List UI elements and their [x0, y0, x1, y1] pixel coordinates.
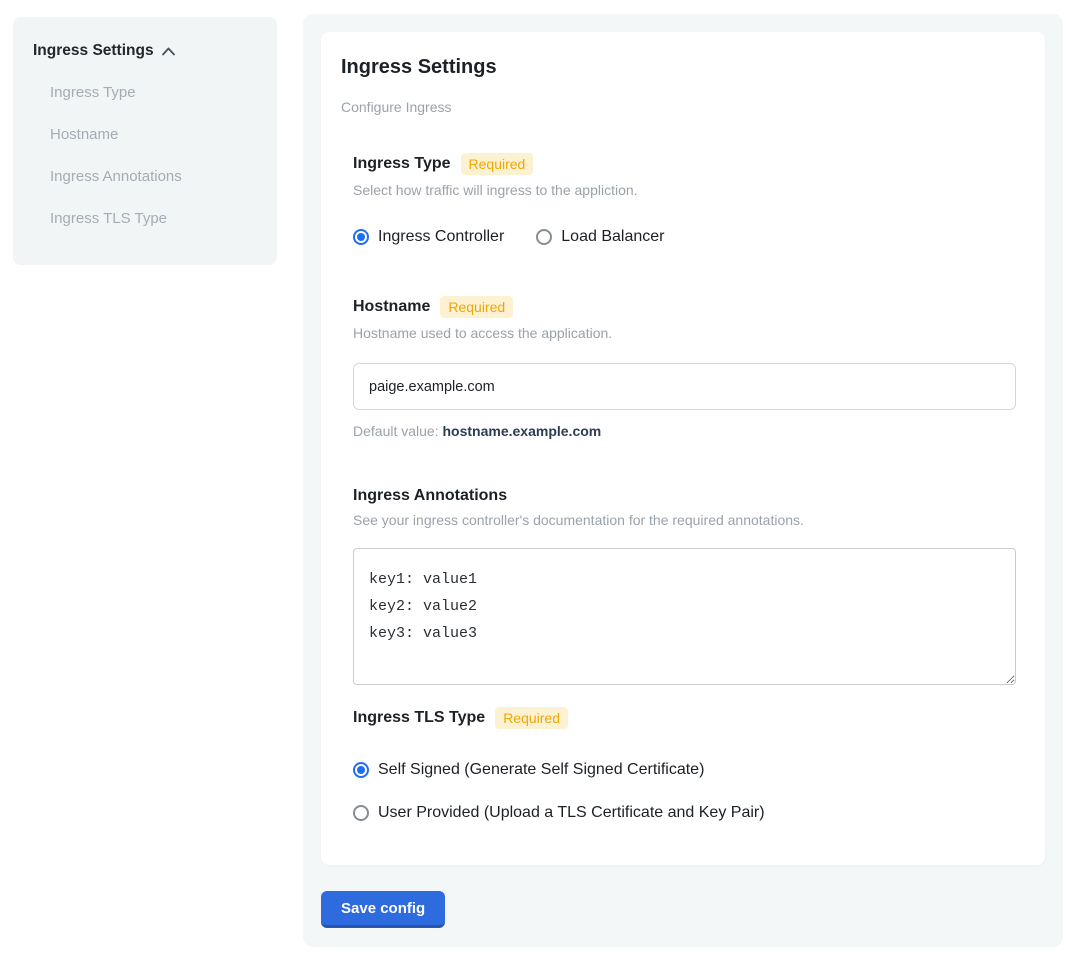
ingress-tls-type-section: Ingress TLS Type Required Self Signed (G… [353, 707, 1013, 822]
hostname-section: Hostname Required Hostname used to acces… [353, 296, 1013, 439]
ingress-annotations-section: Ingress Annotations See your ingress con… [353, 487, 1013, 685]
ingress-tls-type-label: Ingress TLS Type [353, 709, 485, 727]
default-value-label: Default value: [353, 423, 439, 439]
default-value-text: hostname.example.com [443, 423, 602, 439]
hostname-label: Hostname [353, 298, 430, 316]
radio-label: Self Signed (Generate Self Signed Certif… [378, 761, 704, 779]
chevron-up-icon [161, 45, 176, 57]
radio-button[interactable] [353, 762, 369, 778]
radio-option-load-balancer[interactable]: Load Balancer [536, 228, 664, 246]
sidebar-nav: Ingress Type Hostname Ingress Annotation… [33, 84, 257, 227]
sidebar-item-ingress-tls-type[interactable]: Ingress TLS Type [50, 210, 257, 227]
sidebar-item-ingress-type[interactable]: Ingress Type [50, 84, 257, 101]
required-badge: Required [495, 707, 568, 729]
radio-option-self-signed[interactable]: Self Signed (Generate Self Signed Certif… [353, 761, 1013, 779]
ingress-annotations-help: See your ingress controller's documentat… [353, 512, 1013, 528]
radio-button[interactable] [536, 229, 552, 245]
ingress-tls-radio-group: Self Signed (Generate Self Signed Certif… [353, 761, 1013, 822]
radio-label: User Provided (Upload a TLS Certificate … [378, 804, 765, 822]
sidebar-item-hostname[interactable]: Hostname [50, 126, 257, 143]
save-config-button[interactable]: Save config [321, 891, 445, 928]
page-subtitle: Configure Ingress [341, 99, 1025, 115]
settings-sidebar: Ingress Settings Ingress Type Hostname I… [13, 17, 277, 265]
hostname-default-line: Default value: hostname.example.com [353, 423, 1013, 439]
ingress-type-radio-group: Ingress Controller Load Balancer [353, 228, 1013, 246]
required-badge: Required [440, 296, 513, 318]
ingress-annotations-textarea[interactable]: key1: value1 key2: value2 key3: value3 [353, 548, 1016, 685]
radio-button[interactable] [353, 229, 369, 245]
sidebar-section-title: Ingress Settings [33, 42, 154, 60]
ingress-settings-card: Ingress Settings Configure Ingress Ingre… [321, 32, 1045, 865]
sidebar-section-toggle[interactable]: Ingress Settings [33, 42, 257, 60]
ingress-annotations-label: Ingress Annotations [353, 487, 507, 505]
save-row: Save config [321, 891, 1045, 928]
radio-label: Load Balancer [561, 228, 664, 246]
ingress-type-section: Ingress Type Required Select how traffic… [353, 153, 1013, 246]
radio-option-ingress-controller[interactable]: Ingress Controller [353, 228, 504, 246]
ingress-settings-panel: Ingress Settings Configure Ingress Ingre… [303, 14, 1063, 947]
radio-label: Ingress Controller [378, 228, 504, 246]
required-badge: Required [461, 153, 534, 175]
ingress-type-label: Ingress Type [353, 155, 451, 173]
radio-option-user-provided[interactable]: User Provided (Upload a TLS Certificate … [353, 804, 1013, 822]
page-title: Ingress Settings [341, 56, 1025, 79]
radio-button[interactable] [353, 805, 369, 821]
sidebar-item-ingress-annotations[interactable]: Ingress Annotations [50, 168, 257, 185]
ingress-type-help: Select how traffic will ingress to the a… [353, 182, 1013, 198]
hostname-input[interactable] [353, 363, 1016, 410]
hostname-help: Hostname used to access the application. [353, 325, 1013, 341]
